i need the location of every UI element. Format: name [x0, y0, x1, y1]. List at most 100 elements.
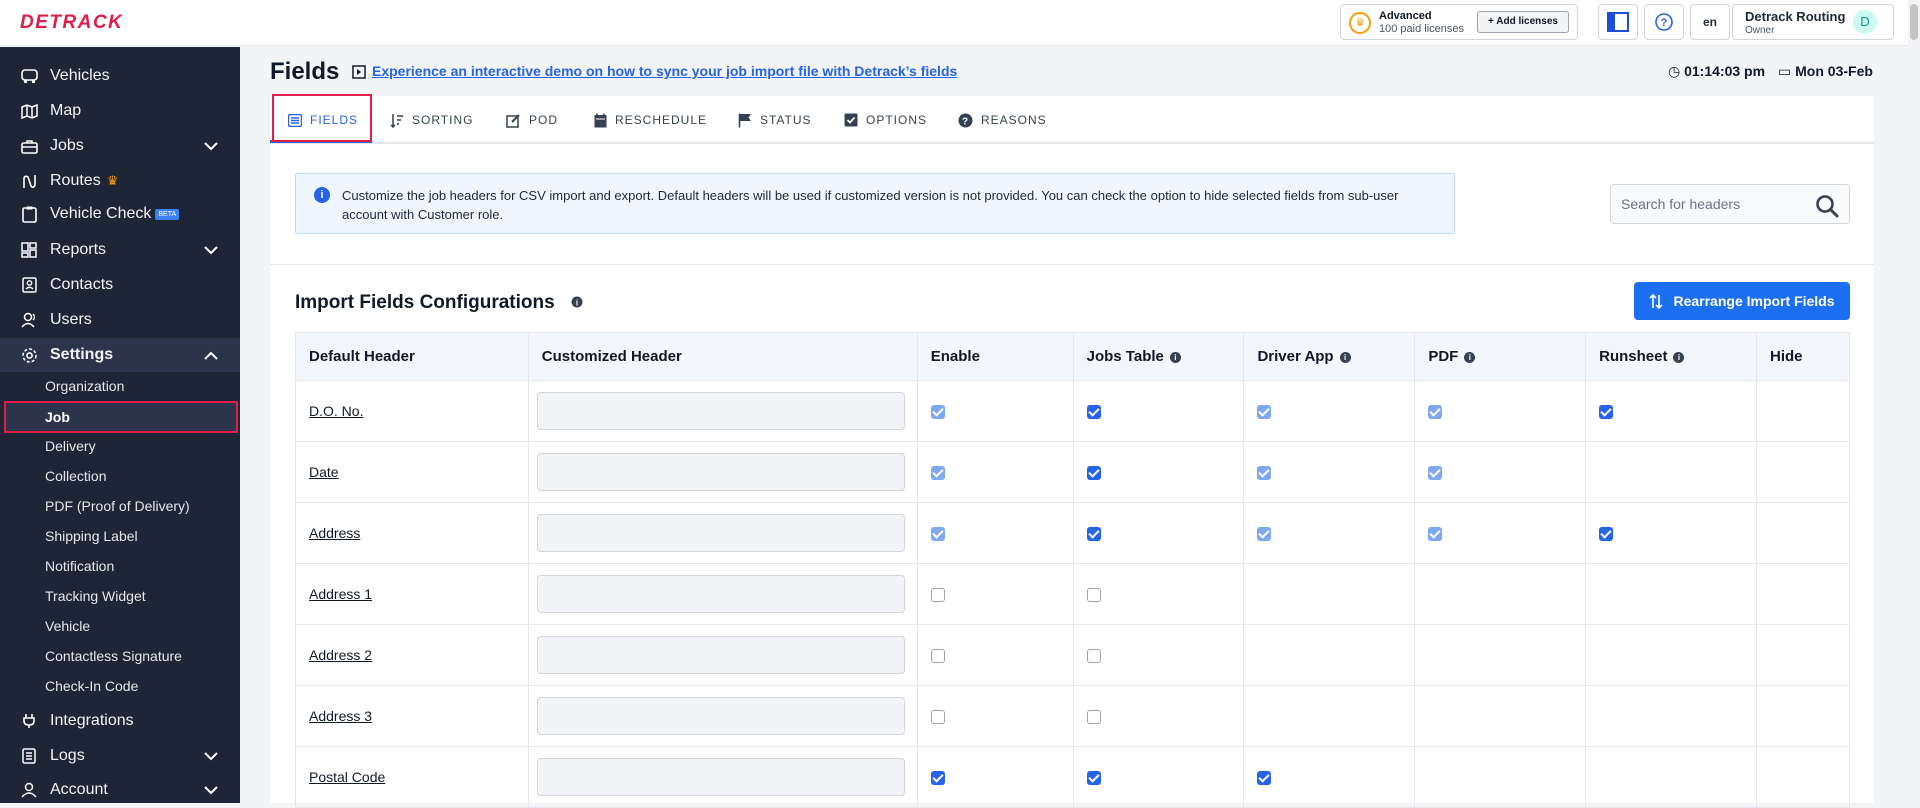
tab-reasons[interactable]: ? REASONS — [958, 96, 1047, 144]
calendar-icon: ▭ — [1778, 63, 1792, 79]
language-button[interactable]: en — [1690, 4, 1730, 40]
calendar-icon — [594, 113, 607, 128]
col-label: Jobs Table — [1086, 348, 1164, 365]
driver-checkbox[interactable] — [1257, 770, 1272, 785]
sidebar-toggle-button[interactable] — [1598, 4, 1638, 40]
sidebar-item-logs[interactable]: Logs — [0, 739, 240, 773]
tab-pod[interactable]: POD — [506, 96, 558, 144]
rearrange-import-fields-button[interactable]: Rearrange Import Fields — [1634, 282, 1850, 320]
runsheet-checkbox[interactable] — [1599, 404, 1614, 419]
sidebar-item-map[interactable]: Map — [0, 94, 240, 128]
chevron-down-icon — [204, 748, 218, 766]
driver-cell — [1243, 746, 1416, 808]
hide-cell — [1756, 624, 1850, 686]
info-icon[interactable]: i — [1673, 352, 1685, 363]
runsheet-checkbox[interactable] — [1599, 526, 1614, 541]
enable-checkbox[interactable] — [930, 770, 945, 785]
sidebar-item-users[interactable]: Users — [0, 303, 240, 337]
demo-link[interactable]: Experience an interactive demo on how to… — [372, 63, 957, 79]
sidebar-item-vehicle-check[interactable]: Vehicle Check BETA — [0, 197, 240, 231]
default-header-cell: Address 1 — [295, 563, 529, 625]
driver-checkbox — [1257, 465, 1272, 480]
sidebar-item-jobs[interactable]: Jobs — [0, 129, 240, 163]
pdf-cell — [1414, 685, 1587, 747]
jobs-checkbox[interactable] — [1086, 648, 1101, 663]
settings-sub-delivery[interactable]: Delivery — [45, 431, 96, 461]
jobs-checkbox[interactable] — [1086, 465, 1101, 480]
settings-sub-vehicle[interactable]: Vehicle — [45, 611, 90, 641]
settings-sub-tracking-widget[interactable]: Tracking Widget — [45, 581, 146, 611]
check-square-icon — [844, 113, 858, 127]
customized-header-cell — [527, 502, 918, 564]
jobs-checkbox[interactable] — [1086, 709, 1101, 724]
customized-header-input[interactable] — [536, 575, 905, 613]
sidebar-item-routes[interactable]: Routes ♛ — [0, 164, 240, 198]
col-label: PDF — [1428, 348, 1459, 365]
sidebar-item-label: Account — [50, 781, 108, 798]
info-icon[interactable]: i — [1464, 352, 1476, 363]
jobs-checkbox[interactable] — [1086, 770, 1101, 785]
pdf-checkbox — [1428, 465, 1443, 480]
detrack-logo[interactable]: DETRACK — [20, 12, 123, 34]
user-menu[interactable]: Detrack Routing Owner D — [1732, 4, 1894, 40]
settings-sub-shipping-label[interactable]: Shipping Label — [45, 521, 138, 551]
info-icon[interactable]: i — [1169, 352, 1181, 363]
customized-header-input[interactable] — [536, 636, 905, 674]
search-icon[interactable] — [1815, 194, 1839, 218]
enable-checkbox[interactable] — [930, 587, 945, 602]
settings-sub-notification[interactable]: Notification — [45, 551, 114, 581]
col-enable: Enable — [916, 332, 1074, 381]
settings-sub-job[interactable]: Job — [45, 402, 70, 432]
table-row: Address 3 — [295, 685, 1850, 747]
settings-sub-organization[interactable]: Organization — [45, 371, 124, 401]
pdf-cell — [1414, 746, 1587, 808]
sidebar-item-reports[interactable]: Reports — [0, 233, 240, 267]
add-licenses-button[interactable]: + Add licenses — [1477, 11, 1569, 33]
edit-icon — [506, 113, 521, 128]
customized-header-input[interactable] — [536, 697, 905, 735]
driver-cell — [1243, 502, 1416, 564]
customized-header-input[interactable] — [536, 453, 905, 491]
table-header-row: Default Header Customized Header Enable … — [295, 332, 1850, 381]
jobs-checkbox[interactable] — [1086, 587, 1101, 602]
settings-sub-contactless-signature[interactable]: Contactless Signature — [45, 641, 182, 671]
sidebar-item-vehicles[interactable]: Vehicles — [0, 59, 240, 93]
enable-checkbox[interactable] — [930, 648, 945, 663]
settings-sub-pdf[interactable]: PDF (Proof of Delivery) — [45, 491, 190, 521]
scrollbar-thumb[interactable] — [1910, 4, 1918, 40]
reports-icon — [20, 241, 38, 259]
col-runsheet: Runsheet i — [1585, 332, 1758, 381]
sidebar-item-label: Integrations — [50, 712, 134, 729]
jobs-checkbox[interactable] — [1086, 404, 1101, 419]
sidebar-item-settings[interactable]: Settings — [0, 338, 240, 372]
settings-sub-check-in-code[interactable]: Check-In Code — [45, 671, 138, 701]
tab-options[interactable]: OPTIONS — [844, 96, 927, 144]
sidebar-item-integrations[interactable]: Integrations — [0, 704, 240, 738]
info-icon[interactable]: i — [571, 296, 583, 308]
driver-checkbox — [1257, 404, 1272, 419]
sidebar-item-label: Users — [50, 311, 92, 328]
hide-cell — [1756, 380, 1850, 442]
sidebar-item-contacts[interactable]: Contacts — [0, 268, 240, 302]
sidebar-item-account[interactable]: Account — [0, 773, 240, 807]
customized-header-input[interactable] — [536, 758, 905, 796]
tab-sorting[interactable]: SORTING — [390, 96, 473, 144]
gear-icon — [20, 346, 38, 364]
active-sub-highlight — [4, 401, 238, 433]
settings-sub-collection[interactable]: Collection — [45, 461, 106, 491]
search-input[interactable] — [1621, 193, 1811, 215]
customized-header-input[interactable] — [536, 392, 905, 430]
help-button[interactable]: ? — [1644, 4, 1684, 40]
col-hide: Hide — [1756, 332, 1850, 381]
tab-reschedule[interactable]: RESCHEDULE — [594, 96, 707, 144]
enable-checkbox[interactable] — [930, 709, 945, 724]
jobs-checkbox[interactable] — [1086, 526, 1101, 541]
customized-header-input[interactable] — [536, 514, 905, 552]
sidebar-item-label: Vehicle Check — [50, 205, 152, 222]
jobs-cell — [1072, 380, 1245, 442]
page-scrollbar[interactable] — [1908, 0, 1920, 803]
chevron-up-icon — [204, 347, 218, 365]
tab-status[interactable]: STATUS — [738, 96, 812, 144]
col-driver-app: Driver App i — [1243, 332, 1416, 381]
info-icon[interactable]: i — [1339, 352, 1351, 363]
